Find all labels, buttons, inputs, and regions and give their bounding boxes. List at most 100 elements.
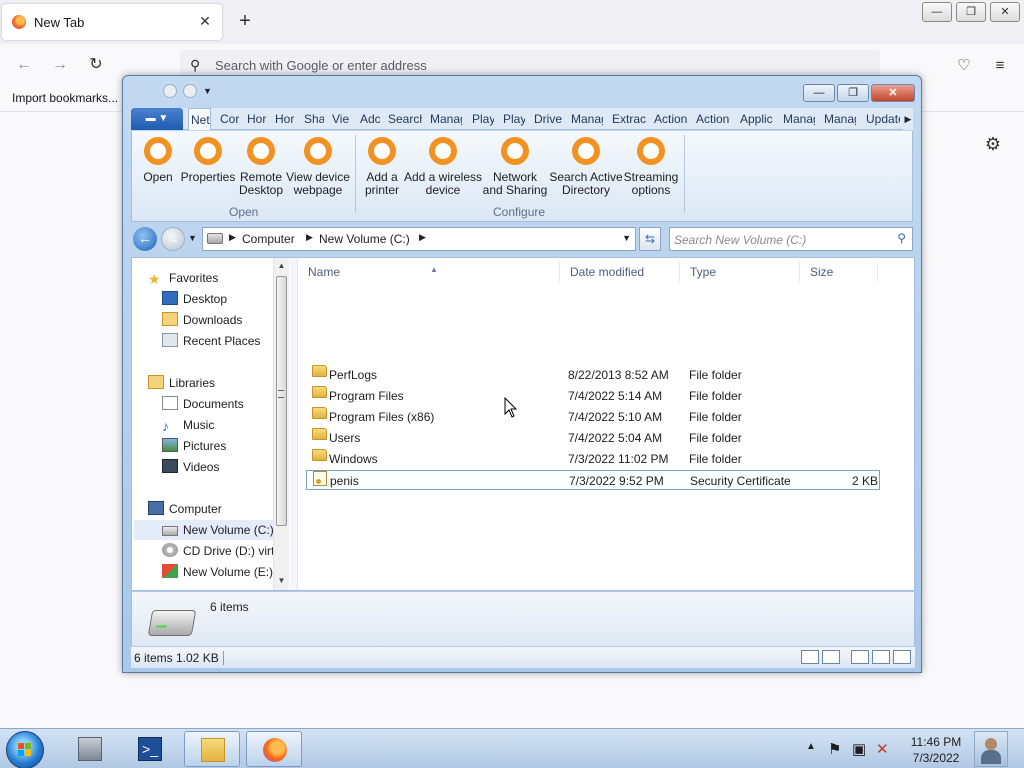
table-row[interactable]: PerfLogs 8/22/2013 8:52 AM File folder — [306, 365, 880, 385]
ribbon-streaming-options-button[interactable]: Streaming options — [621, 137, 681, 197]
ribbon-remote-desktop-button[interactable]: Remote Desktop — [236, 137, 286, 197]
preview-pane-toggle-icon[interactable] — [893, 650, 911, 664]
table-row[interactable]: Program Files 7/4/2022 5:14 AM File fold… — [306, 386, 880, 406]
nav-new-volume-c[interactable]: New Volume (C:) — [134, 520, 274, 540]
ribbon-tab[interactable]: Action — [694, 108, 730, 130]
ribbon-tab[interactable]: Hor — [273, 108, 295, 130]
explorer-restore-button[interactable]: ❐ — [837, 84, 869, 102]
forward-arrow-icon[interactable]: → — [48, 54, 72, 76]
breadcrumb-separator-icon[interactable]: ▶ — [306, 232, 313, 243]
explorer-search-input[interactable] — [674, 231, 884, 248]
nav-documents[interactable]: Documents — [162, 394, 244, 414]
taskbar-powershell[interactable]: >_ — [122, 731, 178, 767]
tab-close-icon[interactable]: ✕ — [196, 12, 214, 30]
ribbon-tab[interactable]: Update — [864, 108, 900, 130]
taskbar-firefox[interactable] — [246, 731, 302, 767]
refresh-icon[interactable]: ⇆ — [639, 227, 661, 251]
ribbon-tab[interactable]: Vie — [330, 108, 352, 130]
ribbon-tab[interactable]: Manage — [428, 108, 462, 130]
nav-favorites[interactable]: ★ Favorites — [148, 268, 218, 288]
nav-music[interactable]: ♪ Music — [162, 415, 214, 435]
start-button[interactable] — [6, 731, 44, 768]
tray-expand-icon[interactable]: ▲ — [806, 741, 816, 752]
ribbon-network-sharing-button[interactable]: Network and Sharing — [480, 137, 550, 197]
new-tab-button[interactable]: + — [234, 10, 256, 32]
reload-icon[interactable]: ↻ — [84, 54, 108, 76]
nav-recent-places[interactable]: Recent Places — [162, 331, 260, 351]
ribbon-tab[interactable]: Drive — [532, 108, 562, 130]
explorer-close-button[interactable]: ✕ — [871, 84, 915, 102]
qat-button-icon[interactable] — [183, 84, 197, 98]
browser-tab-new-tab[interactable]: New Tab ✕ — [2, 4, 222, 40]
user-avatar[interactable] — [974, 731, 1008, 767]
search-icon[interactable]: ⚲ — [897, 231, 906, 245]
ribbon-view-device-webpage-button[interactable]: View device webpage — [286, 137, 350, 197]
action-center-flag-icon[interactable]: ⚑ — [828, 740, 841, 758]
network-icon[interactable]: ▣ — [852, 740, 866, 758]
explorer-minimize-button[interactable]: — — [803, 84, 835, 102]
nav-pictures[interactable]: Pictures — [162, 436, 226, 456]
taskbar-explorer[interactable] — [184, 731, 240, 767]
ribbon-tab[interactable]: Applic — [738, 108, 774, 130]
nav-downloads[interactable]: Downloads — [162, 310, 242, 330]
ribbon-tab[interactable]: Play — [501, 108, 525, 130]
ribbon-open-button[interactable]: Open — [138, 137, 178, 184]
column-header-size[interactable]: Size — [800, 262, 878, 282]
breadcrumb-separator-icon[interactable]: ▶ — [229, 232, 236, 243]
ribbon-tab[interactable]: Action — [652, 108, 688, 130]
ribbon-tab[interactable]: Cor — [218, 108, 240, 130]
table-row[interactable]: Users 7/4/2022 5:04 AM File folder — [306, 428, 880, 448]
preview-view-icon[interactable] — [822, 650, 840, 664]
scroll-down-icon[interactable]: ▼ — [276, 576, 287, 585]
ribbon-tab-scroll-right-icon[interactable]: ▶ — [903, 108, 913, 130]
ribbon-tab[interactable]: Extract — [610, 108, 646, 130]
minimize-button[interactable]: — — [922, 2, 952, 22]
nav-libraries[interactable]: Libraries — [148, 373, 215, 393]
history-dropdown-icon[interactable]: ▼ — [188, 233, 197, 243]
details-view-icon[interactable] — [801, 650, 819, 664]
taskbar-server-manager[interactable] — [62, 731, 118, 767]
ribbon-tab[interactable]: Adc — [358, 108, 380, 130]
table-row[interactable]: Windows 7/3/2022 11:02 PM File folder — [306, 449, 880, 469]
ribbon-tab[interactable]: Hor — [245, 108, 267, 130]
breadcrumb-new-volume-c[interactable]: New Volume (C:) — [319, 232, 410, 246]
menu-icon[interactable]: ≡ — [990, 56, 1010, 76]
application-menu-button[interactable]: ▬ ▼ — [131, 108, 183, 130]
explorer-titlebar[interactable]: ▼ — ❐ ✕ — [123, 76, 921, 104]
ribbon-tab[interactable]: Manage — [781, 108, 815, 130]
breadcrumb[interactable]: ▶ Computer ▶ New Volume (C:) ▶ ▼ — [202, 227, 636, 251]
back-arrow-icon[interactable]: ← — [12, 54, 36, 76]
details-pane-toggle-icon[interactable] — [872, 650, 890, 664]
nav-computer[interactable]: Computer — [148, 499, 222, 519]
import-bookmarks-link[interactable]: Import bookmarks... — [12, 91, 118, 105]
breadcrumb-separator-icon[interactable]: ▶ — [419, 232, 426, 243]
breadcrumb-computer[interactable]: Computer — [242, 232, 295, 246]
ribbon-tab[interactable]: Manage — [822, 108, 856, 130]
address-dropdown-icon[interactable]: ▼ — [622, 233, 631, 243]
nav-new-volume-e[interactable]: New Volume (E:) — [162, 562, 273, 582]
gear-icon[interactable]: ⚙ — [982, 134, 1004, 156]
table-row[interactable]: penis 7/3/2022 9:52 PM Security Certific… — [306, 470, 880, 490]
ribbon-tab[interactable]: Manage — [569, 108, 603, 130]
column-header-type[interactable]: Type — [680, 262, 800, 282]
pocket-icon[interactable]: ♡ — [954, 56, 974, 76]
column-header-name[interactable]: Name ▲ — [298, 262, 560, 282]
qat-dropdown-icon[interactable]: ▼ — [203, 84, 212, 98]
ribbon-add-wireless-device-button[interactable]: Add a wireless device — [403, 137, 483, 197]
explorer-forward-icon[interactable]: → — [161, 227, 185, 251]
scroll-up-icon[interactable]: ▲ — [276, 261, 287, 270]
ribbon-properties-button[interactable]: Properties — [180, 137, 236, 184]
qat-button-icon[interactable] — [163, 84, 177, 98]
table-row[interactable]: Program Files (x86) 7/4/2022 5:10 AM Fil… — [306, 407, 880, 427]
column-header-date-modified[interactable]: Date modified — [560, 262, 680, 282]
nav-cd-drive-d[interactable]: CD Drive (D:) virtio — [162, 541, 284, 561]
restore-button[interactable]: ❐ — [956, 2, 986, 22]
ribbon-tab[interactable]: Search — [386, 108, 422, 130]
nav-videos[interactable]: Videos — [162, 457, 219, 477]
layout-view-icon[interactable] — [851, 650, 869, 664]
ribbon-add-printer-button[interactable]: Add a printer — [360, 137, 404, 197]
volume-muted-icon[interactable]: ✕ — [876, 740, 889, 758]
scrollbar-thumb[interactable] — [276, 276, 287, 526]
nav-desktop[interactable]: Desktop — [162, 289, 227, 309]
clock[interactable]: 11:46 PM 7/3/2022 — [908, 734, 964, 766]
